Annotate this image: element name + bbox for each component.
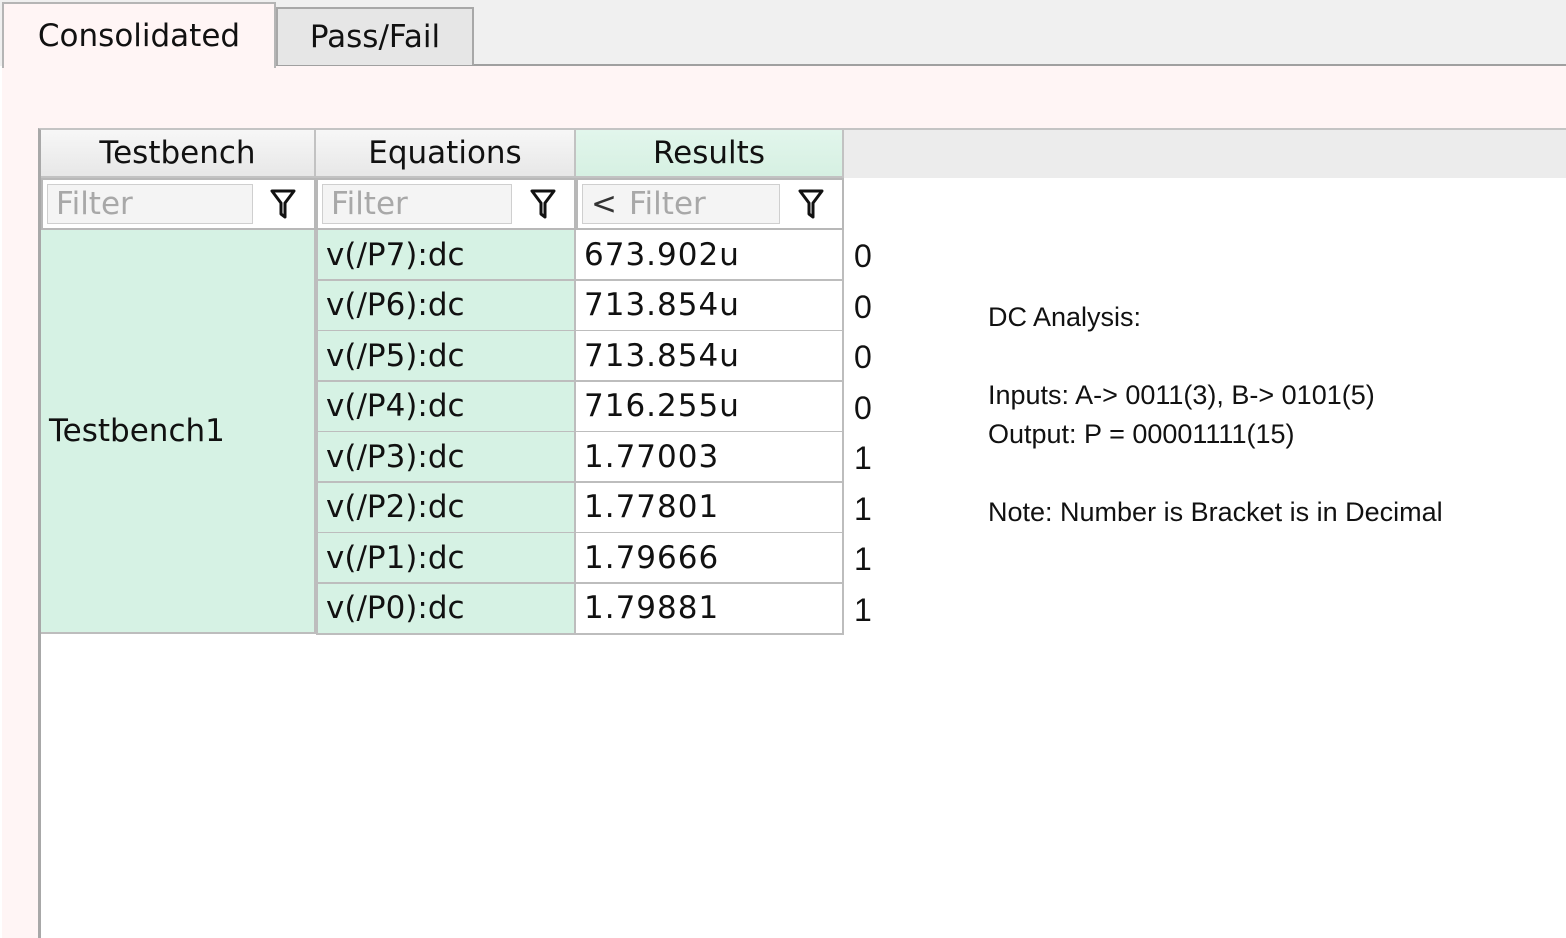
- filter-operator[interactable]: <: [591, 186, 617, 222]
- equation-cell[interactable]: v(/P3):dc: [316, 432, 576, 483]
- note-title: DC Analysis:: [988, 302, 1142, 332]
- column-header-results[interactable]: Results: [576, 130, 844, 178]
- bit-label: 1: [854, 541, 872, 577]
- note-remark: Note: Number is Bracket is in Decimal: [988, 497, 1443, 527]
- filter-equations-button[interactable]: [516, 184, 570, 224]
- bit-label: 1: [854, 440, 872, 476]
- funnel-icon: [530, 189, 556, 219]
- filter-testbench-input[interactable]: Filter: [47, 184, 253, 224]
- filter-results-input[interactable]: < Filter: [582, 184, 780, 224]
- note-output: Output: P = 00001111(15): [988, 419, 1295, 449]
- equation-cell[interactable]: v(/P1):dc: [316, 533, 576, 584]
- filter-testbench-button[interactable]: [256, 184, 310, 224]
- tab-pass-fail[interactable]: Pass/Fail: [276, 7, 474, 65]
- result-cell[interactable]: 1.77801: [576, 482, 844, 534]
- result-cell[interactable]: 716.255u: [576, 381, 844, 433]
- equation-cell[interactable]: v(/P6):dc: [316, 280, 576, 332]
- equation-cell[interactable]: v(/P5):dc: [316, 331, 576, 382]
- funnel-icon: [270, 189, 296, 219]
- result-cell[interactable]: 673.902u: [576, 230, 844, 281]
- note-inputs: Inputs: A-> 0011(3), B-> 0101(5): [988, 380, 1375, 410]
- bit-label: 0: [854, 339, 872, 375]
- filter-equations-input[interactable]: Filter: [322, 184, 512, 224]
- filter-equations: Filter: [316, 178, 576, 230]
- funnel-icon: [798, 189, 824, 219]
- filter-results-button[interactable]: [784, 184, 838, 224]
- result-cell[interactable]: 1.79666: [576, 533, 844, 584]
- bit-label: 0: [854, 238, 872, 274]
- equation-cell[interactable]: v(/P7):dc: [316, 230, 576, 281]
- tab-consolidated[interactable]: Consolidated: [2, 2, 276, 68]
- filter-testbench: Filter: [41, 178, 316, 230]
- equation-cell[interactable]: v(/P4):dc: [316, 381, 576, 433]
- filter-results: < Filter: [576, 178, 844, 230]
- testbench-cell[interactable]: Testbench1: [41, 230, 316, 634]
- result-cell[interactable]: 1.79881: [576, 583, 844, 635]
- result-cell[interactable]: 713.854u: [576, 331, 844, 382]
- filter-results-placeholder: Filter: [628, 186, 706, 222]
- bit-label: 1: [854, 591, 872, 628]
- bit-label: 0: [854, 288, 872, 325]
- result-cell[interactable]: 713.854u: [576, 280, 844, 332]
- result-cell[interactable]: 1.77003: [576, 432, 844, 483]
- equation-cell[interactable]: v(/P0):dc: [316, 583, 576, 635]
- equation-cell[interactable]: v(/P2):dc: [316, 482, 576, 534]
- column-header-testbench[interactable]: Testbench: [41, 130, 316, 178]
- column-header-equations[interactable]: Equations: [316, 130, 576, 178]
- results-window: Consolidated Pass/Fail Testbench Equatio…: [0, 0, 1566, 938]
- bit-label: 1: [854, 490, 872, 527]
- bit-label: 0: [854, 389, 872, 426]
